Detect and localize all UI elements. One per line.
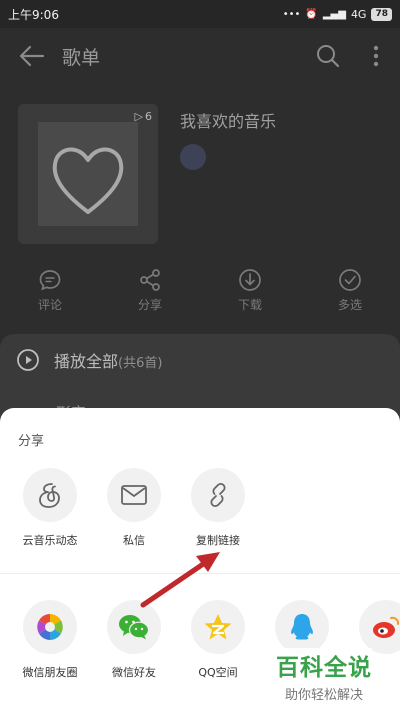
- link-icon: [210, 482, 226, 508]
- back-arrow-icon: [19, 45, 45, 67]
- action-label: 多选: [337, 298, 362, 312]
- action-label: 下载: [237, 298, 262, 312]
- share-label: 云音乐动态: [22, 534, 78, 547]
- share-circle: [275, 600, 329, 654]
- avatar: [180, 144, 206, 170]
- heart-icon: [52, 147, 124, 214]
- watermark-logo-text: 百科全说: [276, 648, 372, 682]
- search-icon: [317, 45, 340, 68]
- wechat-icon: [119, 615, 150, 640]
- network-type: 4G: [350, 7, 367, 21]
- share-circle: [107, 468, 161, 522]
- playlist-title: 我喜欢的音乐: [180, 112, 277, 131]
- signal-icon: ▂▄▆: [322, 8, 346, 20]
- divider: [0, 573, 400, 574]
- share-circle: [359, 600, 400, 654]
- share-copy-link[interactable]: 复制链接: [176, 468, 260, 548]
- play-circle-icon: [17, 349, 39, 371]
- share-label: QQ空间: [198, 666, 238, 679]
- more-button[interactable]: [352, 28, 400, 84]
- share-cloud-music-feed[interactable]: 云音乐动态: [8, 468, 92, 548]
- cloud-music-feed-icon: [39, 483, 60, 508]
- play-count: ▷ 6: [135, 110, 152, 123]
- share-icon: [140, 269, 160, 291]
- download-icon: [239, 269, 261, 291]
- wechat-moments-icon: [37, 614, 63, 640]
- play-all-button[interactable]: 播放全部(共6首): [16, 348, 162, 372]
- share-wechat-moments[interactable]: 微信朋友圈: [8, 600, 92, 680]
- share-button[interactable]: 分享: [100, 268, 200, 324]
- share-sheet-title: 分享: [18, 434, 45, 449]
- creator-row[interactable]: [180, 144, 214, 170]
- share-qzone[interactable]: QQ空间: [176, 600, 260, 680]
- action-label: 评论: [37, 298, 62, 312]
- weibo-icon: [373, 616, 400, 638]
- status-bar: 上午9:06 ••• ⏰ ▂▄▆ 4G 78: [0, 0, 400, 28]
- qq-icon: [291, 614, 313, 640]
- share-circle: [107, 600, 161, 654]
- share-circle: [191, 600, 245, 654]
- share-wechat-friend[interactable]: 微信好友: [92, 600, 176, 680]
- mail-icon: [121, 485, 147, 505]
- more-vertical-icon: [373, 45, 379, 67]
- action-row: 评论 分享 下载 多选: [0, 268, 400, 324]
- share-label: 私信: [123, 534, 145, 547]
- back-button[interactable]: [4, 28, 60, 84]
- watermark: 百科全说 助你轻松解决: [276, 648, 372, 703]
- qzone-icon: [204, 614, 232, 640]
- share-label: 微信朋友圈: [22, 666, 78, 679]
- play-count-value: 6: [145, 110, 152, 123]
- playlist-cover[interactable]: ▷ 6: [18, 104, 158, 244]
- page-title: 歌单: [62, 46, 101, 69]
- share-private-message[interactable]: 私信: [92, 468, 176, 548]
- song-count: (共6首): [118, 356, 163, 371]
- action-label: 分享: [137, 298, 162, 312]
- share-label: 微信好友: [112, 666, 156, 679]
- status-icons: ••• ⏰ ▂▄▆ 4G 78: [282, 7, 392, 21]
- download-button[interactable]: 下载: [200, 268, 300, 324]
- play-triangle-icon: ▷: [134, 110, 143, 123]
- watermark-slogan: 助你轻松解决: [276, 684, 372, 703]
- share-circle: [191, 468, 245, 522]
- share-row-internal: 云音乐动态 私信 复制链接: [0, 468, 400, 548]
- status-time: 上午9:06: [8, 7, 59, 22]
- battery-icon: 78: [371, 7, 392, 21]
- multiselect-icon: [339, 269, 361, 291]
- multiselect-button[interactable]: 多选: [300, 268, 400, 324]
- comment-button[interactable]: 评论: [0, 268, 100, 324]
- more-dots-icon: •••: [282, 8, 301, 20]
- alarm-icon: ⏰: [305, 8, 318, 20]
- share-label: 复制链接: [196, 534, 240, 547]
- comment-icon: [39, 270, 61, 291]
- app-header: 歌单: [0, 28, 400, 84]
- share-circle: [23, 600, 77, 654]
- play-all-label: 播放全部: [54, 352, 119, 371]
- share-circle: [23, 468, 77, 522]
- search-button[interactable]: [304, 28, 352, 84]
